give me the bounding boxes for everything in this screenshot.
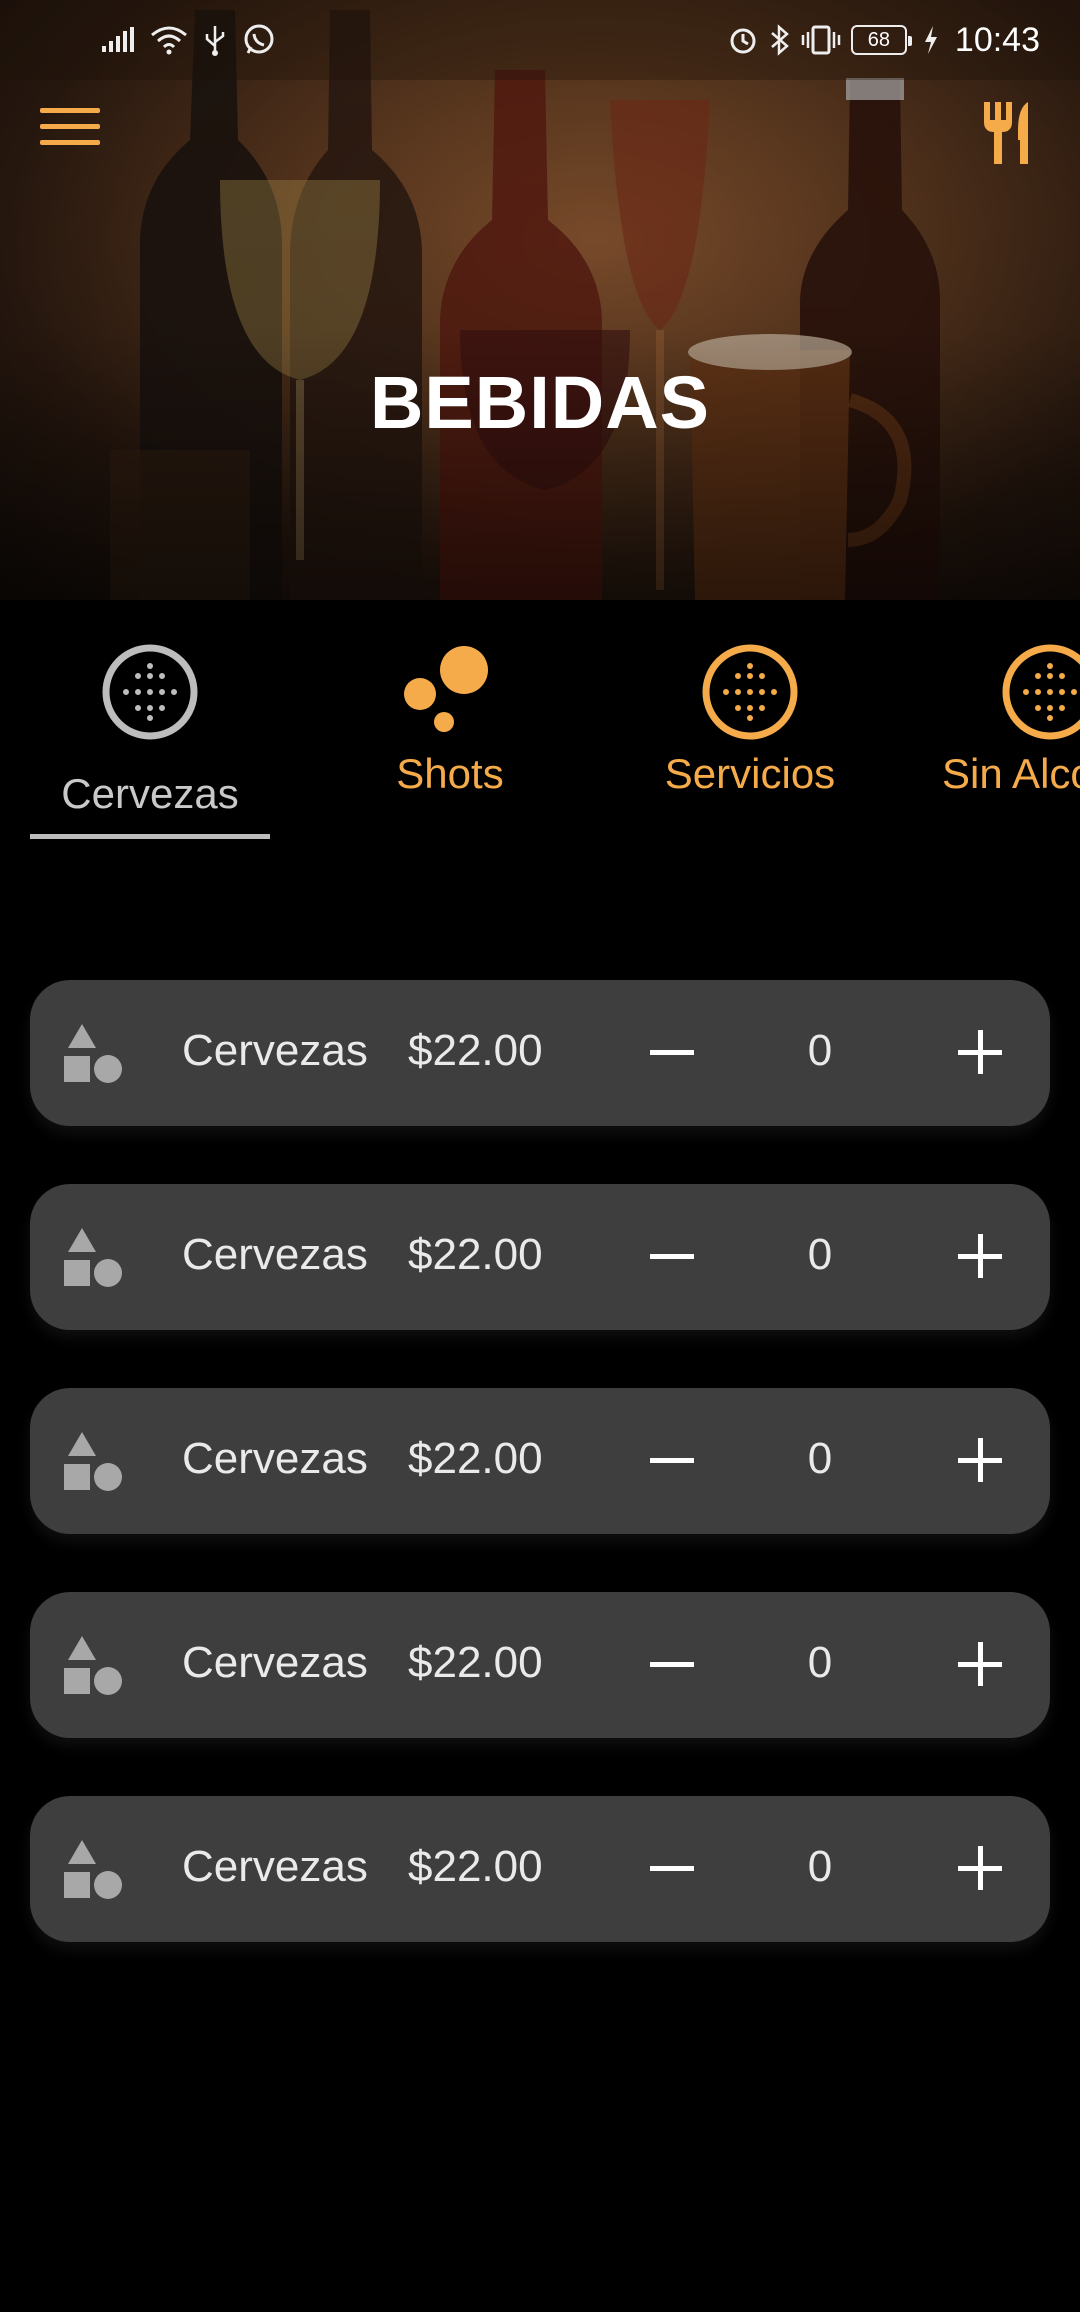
hero-overlay: [0, 0, 1080, 600]
decrease-button[interactable]: [642, 1430, 702, 1490]
wifi-icon: [151, 26, 187, 55]
tab-servicios[interactable]: Servicios: [630, 638, 870, 828]
list-item: Cervezas $22.00 0: [30, 1388, 1050, 1534]
item-name: Cervezas: [182, 1842, 368, 1891]
decrease-button[interactable]: [642, 1634, 702, 1694]
category-tabs: Cervezas Shots Servicios Sin Alco: [0, 600, 1080, 850]
shapes-icon: [64, 1228, 122, 1287]
hamburger-menu-icon[interactable]: [40, 108, 100, 156]
shapes-icon: [64, 1432, 122, 1491]
item-quantity: 0: [807, 1842, 833, 1891]
item-price: $22.00: [408, 1434, 543, 1483]
item-price: $22.00: [408, 1842, 543, 1891]
cutlery-icon[interactable]: [978, 100, 1038, 166]
shapes-icon: [64, 1840, 122, 1899]
bubbles-icon: [404, 646, 488, 732]
tab-label: Servicios: [664, 750, 836, 797]
signal-icon: [102, 27, 134, 52]
list-item: Cervezas $22.00 0: [30, 980, 1050, 1126]
list-item: Cervezas $22.00 0: [30, 1796, 1050, 1942]
tab-selected-indicator: [30, 834, 270, 839]
hero-banner: 68 10:43 BEBIDAS: [0, 0, 1080, 600]
page-title: BEBIDAS: [369, 361, 711, 444]
increase-button[interactable]: [950, 1226, 1010, 1286]
alarm-icon: [730, 28, 756, 54]
status-right-icons: 68 10:43: [727, 21, 1040, 60]
item-quantity: 0: [807, 1434, 833, 1483]
item-name: Cervezas: [182, 1638, 368, 1687]
usb-icon: [205, 26, 225, 56]
item-price: $22.00: [408, 1026, 543, 1075]
item-price: $22.00: [408, 1230, 543, 1279]
shapes-icon: [64, 1024, 122, 1083]
dot-grid-circle-icon: [1002, 644, 1080, 740]
dot-grid-circle-icon: [102, 644, 198, 740]
tab-shots[interactable]: Shots: [330, 638, 570, 828]
decrease-button[interactable]: [642, 1022, 702, 1082]
decrease-button[interactable]: [642, 1838, 702, 1898]
status-bar: 68 10:43: [0, 0, 1080, 80]
item-name: Cervezas: [182, 1026, 368, 1075]
bluetooth-icon: [771, 24, 789, 56]
increase-button[interactable]: [950, 1430, 1010, 1490]
battery-icon: 68: [850, 25, 912, 55]
item-quantity: 0: [807, 1026, 833, 1075]
shapes-icon: [64, 1636, 122, 1695]
list-item: Cervezas $22.00 0: [30, 1592, 1050, 1738]
item-quantity: 0: [807, 1230, 833, 1279]
tab-sin-alcohol[interactable]: Sin Alco: [930, 638, 1080, 828]
tab-label: Shots: [396, 750, 504, 797]
status-left-icons: [100, 23, 276, 57]
tab-label: Cervezas: [61, 770, 239, 817]
dot-grid-circle-icon: [702, 644, 798, 740]
list-item: Cervezas $22.00 0: [30, 1184, 1050, 1330]
item-name: Cervezas: [182, 1434, 368, 1483]
whatsapp-icon: [244, 24, 274, 54]
decrease-button[interactable]: [642, 1226, 702, 1286]
item-quantity: 0: [807, 1638, 833, 1687]
tab-label: Sin Alco: [942, 750, 1080, 797]
increase-button[interactable]: [950, 1634, 1010, 1694]
vibrate-icon: [801, 25, 841, 55]
increase-button[interactable]: [950, 1838, 1010, 1898]
item-name: Cervezas: [182, 1230, 368, 1279]
tab-cervezas[interactable]: Cervezas: [30, 638, 270, 828]
battery-level: 68: [867, 28, 891, 51]
charging-icon: [924, 26, 937, 54]
item-price: $22.00: [408, 1638, 543, 1687]
increase-button[interactable]: [950, 1022, 1010, 1082]
status-time: 10:43: [954, 20, 1040, 59]
